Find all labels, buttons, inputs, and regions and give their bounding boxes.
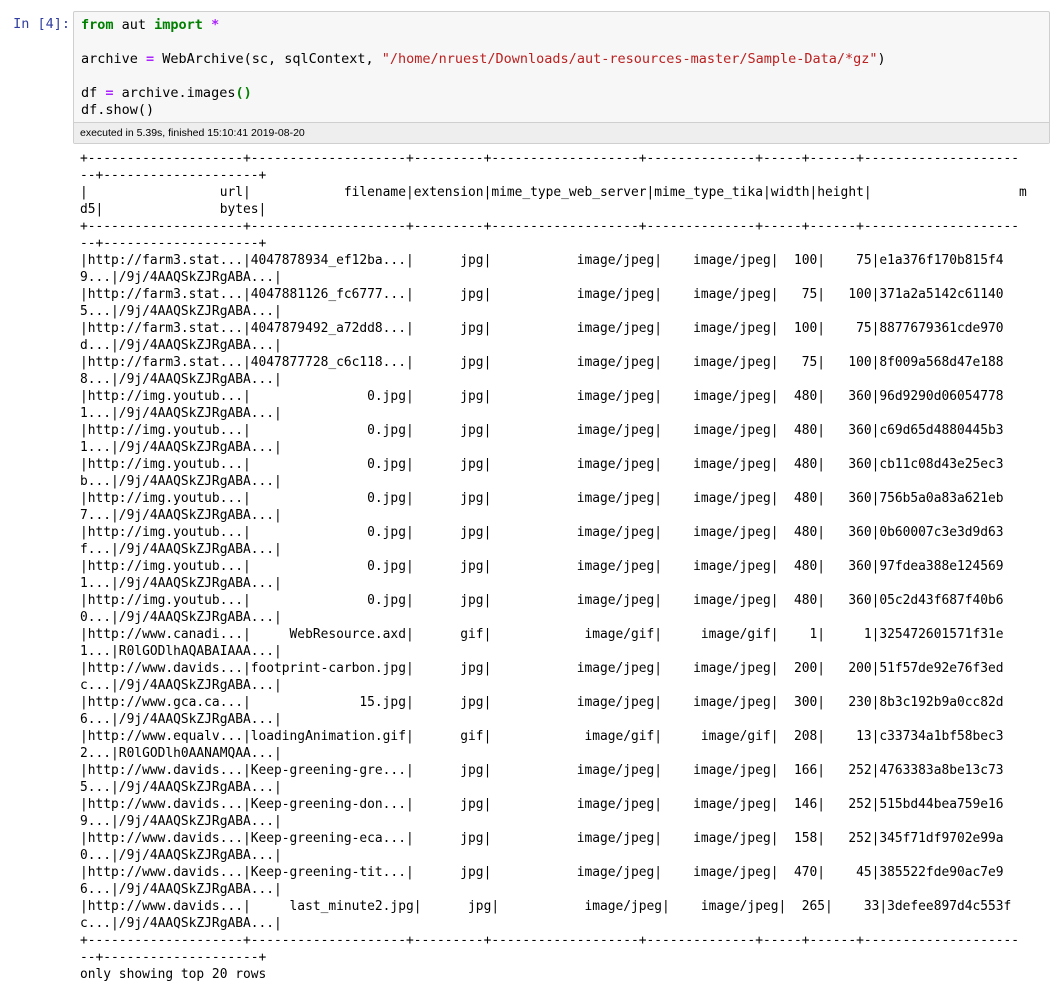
code-token: = — [105, 85, 114, 101]
output-line: 8...|/9j/4AAQSkZJRgABA...| — [80, 372, 282, 387]
output-line: 5...|/9j/4AAQSkZJRgABA...| — [80, 780, 282, 795]
output-line: only showing top 20 rows — [80, 967, 267, 982]
execution-info: executed in 5.39s, finished 15:10:41 201… — [74, 122, 1049, 143]
output-line: |http://img.youtub...| 0.jpg| jpg| image… — [80, 389, 1004, 404]
code-token: ) — [877, 51, 886, 67]
cell-output: +--------------------+------------------… — [80, 150, 1027, 983]
output-line: f...|/9j/4AAQSkZJRgABA...| — [80, 542, 282, 557]
output-line: 1...|/9j/4AAQSkZJRgABA...| — [80, 576, 282, 591]
output-line: +--------------------+------------------… — [80, 151, 1020, 166]
output-line: |http://img.youtub...| 0.jpg| jpg| image… — [80, 525, 1004, 540]
output-line: +--------------------+------------------… — [80, 933, 1020, 948]
output-line: --+--------------------+ — [80, 236, 267, 251]
output-line: |http://www.davids...|Keep-greening-don.… — [80, 797, 1004, 812]
output-line: |http://farm3.stat...|4047878934_ef12ba.… — [80, 253, 1004, 268]
code-token: WebArchive(sc, sqlContext, — [154, 51, 382, 67]
output-line: |http://img.youtub...| 0.jpg| jpg| image… — [80, 593, 1004, 608]
output-line: |http://img.youtub...| 0.jpg| jpg| image… — [80, 559, 1004, 574]
output-line: 1...|/9j/4AAQSkZJRgABA...| — [80, 406, 282, 421]
output-line: 0...|/9j/4AAQSkZJRgABA...| — [80, 848, 282, 863]
output-line: 6...|/9j/4AAQSkZJRgABA...| — [80, 712, 282, 727]
output-line: c...|/9j/4AAQSkZJRgABA...| — [80, 916, 282, 931]
code-token: () — [235, 85, 252, 101]
output-line: |http://www.davids...|Keep-greening-eca.… — [80, 831, 1004, 846]
output-line: |http://img.youtub...| 0.jpg| jpg| image… — [80, 491, 1004, 506]
output-line: 2...|R0lGODlh0AANAMQAA...| — [80, 746, 282, 761]
code-cell[interactable]: from aut import * archive = WebArchive(sc… — [73, 11, 1050, 144]
output-line: |http://img.youtub...| 0.jpg| jpg| image… — [80, 457, 1004, 472]
output-line: 5...|/9j/4AAQSkZJRgABA...| — [80, 304, 282, 319]
output-line: --+--------------------+ — [80, 950, 267, 965]
code-token: "/home/nruest/Downloads/aut-resources-ma… — [381, 51, 878, 67]
output-line: | url| filename|extension|mime_type_web_… — [80, 185, 1027, 200]
output-line: |http://img.youtub...| 0.jpg| jpg| image… — [80, 423, 1004, 438]
output-line: 9...|/9j/4AAQSkZJRgABA...| — [80, 814, 282, 829]
output-line: --+--------------------+ — [80, 168, 267, 183]
output-line: |http://www.davids...| last_minute2.jpg|… — [80, 899, 1012, 914]
output-line: 1...|/9j/4AAQSkZJRgABA...| — [80, 440, 282, 455]
code-token: df.show() — [81, 102, 155, 118]
code-line: from aut import * — [81, 17, 886, 34]
output-line: 1...|R0lGODlhAQABAIAAA...| — [80, 644, 282, 659]
code-token: import — [154, 17, 203, 33]
code-token: = — [146, 51, 155, 67]
output-line: d...|/9j/4AAQSkZJRgABA...| — [80, 338, 282, 353]
code-line: df.show() — [81, 102, 886, 119]
code-token: from — [81, 17, 114, 33]
input-prompt: In [4]: — [13, 16, 70, 32]
code-token: df — [81, 85, 106, 101]
output-line: 7...|/9j/4AAQSkZJRgABA...| — [80, 508, 282, 523]
output-line: 0...|/9j/4AAQSkZJRgABA...| — [80, 610, 282, 625]
code-token: aut — [113, 17, 155, 33]
code-token: * — [211, 17, 220, 33]
output-line: 9...|/9j/4AAQSkZJRgABA...| — [80, 270, 282, 285]
output-line: |http://farm3.stat...|4047877728_c6c118.… — [80, 355, 1004, 370]
output-line: |http://www.davids...|Keep-greening-gre.… — [80, 763, 1004, 778]
output-line: 6...|/9j/4AAQSkZJRgABA...| — [80, 882, 282, 897]
output-line: c...|/9j/4AAQSkZJRgABA...| — [80, 678, 282, 693]
output-line: b...|/9j/4AAQSkZJRgABA...| — [80, 474, 282, 489]
code-editor[interactable]: from aut import * archive = WebArchive(sc… — [81, 17, 886, 119]
output-line: d5| bytes| — [80, 202, 267, 217]
code-token: archive — [81, 51, 147, 67]
output-line: |http://www.gca.ca...| 15.jpg| jpg| imag… — [80, 695, 1004, 710]
code-line: archive = WebArchive(sc, sqlContext, "/h… — [81, 51, 886, 68]
output-line: |http://farm3.stat...|4047879492_a72dd8.… — [80, 321, 1004, 336]
code-line: df = archive.images() — [81, 85, 886, 102]
output-line: |http://www.davids...|footprint-carbon.j… — [80, 661, 1004, 676]
code-token: archive.images — [113, 85, 236, 101]
output-line: |http://www.equalv...|loadingAnimation.g… — [80, 729, 1004, 744]
output-line: |http://www.canadi...| WebResource.axd| … — [80, 627, 1004, 642]
output-line: |http://farm3.stat...|4047881126_fc6777.… — [80, 287, 1004, 302]
output-line: +--------------------+------------------… — [80, 219, 1020, 234]
output-line: |http://www.davids...|Keep-greening-tit.… — [80, 865, 1004, 880]
